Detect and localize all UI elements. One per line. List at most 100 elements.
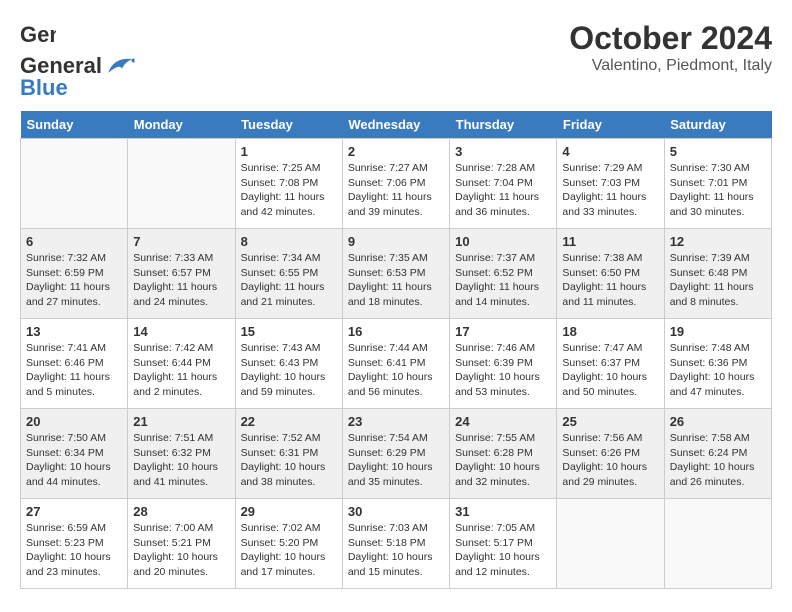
calendar-cell: 22 Sunrise: 7:52 AM Sunset: 6:31 PM Dayli… xyxy=(235,409,342,499)
calendar-cell: 16 Sunrise: 7:44 AM Sunset: 6:41 PM Dayli… xyxy=(342,319,449,409)
day-content: Sunrise: 7:51 AM Sunset: 6:32 PM Dayligh… xyxy=(133,431,229,490)
day-content: Sunrise: 7:39 AM Sunset: 6:48 PM Dayligh… xyxy=(670,251,766,310)
calendar-cell: 27Sunrise: 6:59 AM Sunset: 5:23 PM Dayli… xyxy=(21,499,128,589)
day-number: 6 xyxy=(26,234,122,249)
day-content: Sunrise: 7:33 AM Sunset: 6:57 PM Dayligh… xyxy=(133,251,229,310)
column-header-tuesday: Tuesday xyxy=(235,111,342,139)
logo-bird-icon xyxy=(104,55,136,77)
day-number: 3 xyxy=(455,144,551,159)
day-content: Sunrise: 7:43 AM Sunset: 6:43 PM Dayligh… xyxy=(241,341,337,400)
day-content: Sunrise: 7:35 AM Sunset: 6:53 PM Dayligh… xyxy=(348,251,444,310)
day-content: Sunrise: 7:50 AM Sunset: 6:34 PM Dayligh… xyxy=(26,431,122,490)
day-number: 17 xyxy=(455,324,551,339)
location: Valentino, Piedmont, Italy xyxy=(569,57,772,75)
day-content: Sunrise: 7:30 AM Sunset: 7:01 PM Dayligh… xyxy=(670,161,766,220)
logo: General General Blue xyxy=(20,20,136,101)
calendar-cell: 20 Sunrise: 7:50 AM Sunset: 6:34 PM Dayli… xyxy=(21,409,128,499)
logo-icon: General xyxy=(20,20,56,53)
day-content: Sunrise: 7:44 AM Sunset: 6:41 PM Dayligh… xyxy=(348,341,444,400)
column-header-thursday: Thursday xyxy=(450,111,557,139)
day-content: Sunrise: 7:37 AM Sunset: 6:52 PM Dayligh… xyxy=(455,251,551,310)
day-content: Sunrise: 7:42 AM Sunset: 6:44 PM Dayligh… xyxy=(133,341,229,400)
day-number: 29 xyxy=(241,504,337,519)
day-number: 23 xyxy=(348,414,444,429)
day-number: 1 xyxy=(241,144,337,159)
day-content: Sunrise: 7:54 AM Sunset: 6:29 PM Dayligh… xyxy=(348,431,444,490)
calendar-cell: 6 Sunrise: 7:32 AM Sunset: 6:59 PM Daylig… xyxy=(21,229,128,319)
calendar-cell: 31 Sunrise: 7:05 AM Sunset: 5:17 PM Dayli… xyxy=(450,499,557,589)
day-number: 14 xyxy=(133,324,229,339)
day-content: Sunrise: 7:32 AM Sunset: 6:59 PM Dayligh… xyxy=(26,251,122,310)
calendar-cell: 17Sunrise: 7:46 AM Sunset: 6:39 PM Dayli… xyxy=(450,319,557,409)
calendar-table: SundayMondayTuesdayWednesdayThursdayFrid… xyxy=(20,111,772,589)
day-content: Sunrise: 7:34 AM Sunset: 6:55 PM Dayligh… xyxy=(241,251,337,310)
day-number: 31 xyxy=(455,504,551,519)
day-number: 9 xyxy=(348,234,444,249)
day-content: Sunrise: 7:52 AM Sunset: 6:31 PM Dayligh… xyxy=(241,431,337,490)
day-content: Sunrise: 7:03 AM Sunset: 5:18 PM Dayligh… xyxy=(348,521,444,580)
day-number: 12 xyxy=(670,234,766,249)
calendar-cell xyxy=(557,499,664,589)
column-header-sunday: Sunday xyxy=(21,111,128,139)
calendar-cell: 19 Sunrise: 7:48 AM Sunset: 6:36 PM Dayli… xyxy=(664,319,771,409)
day-number: 7 xyxy=(133,234,229,249)
day-number: 16 xyxy=(348,324,444,339)
calendar-week-row: 27Sunrise: 6:59 AM Sunset: 5:23 PM Dayli… xyxy=(21,499,772,589)
day-content: Sunrise: 7:05 AM Sunset: 5:17 PM Dayligh… xyxy=(455,521,551,580)
day-number: 15 xyxy=(241,324,337,339)
day-content: Sunrise: 7:27 AM Sunset: 7:06 PM Dayligh… xyxy=(348,161,444,220)
day-content: Sunrise: 7:38 AM Sunset: 6:50 PM Dayligh… xyxy=(562,251,658,310)
calendar-cell: 11 Sunrise: 7:38 AM Sunset: 6:50 PM Dayli… xyxy=(557,229,664,319)
page-header: General General Blue October 2024 Valent… xyxy=(20,20,772,101)
day-content: Sunrise: 7:02 AM Sunset: 5:20 PM Dayligh… xyxy=(241,521,337,580)
day-number: 4 xyxy=(562,144,658,159)
column-header-friday: Friday xyxy=(557,111,664,139)
calendar-cell: 30 Sunrise: 7:03 AM Sunset: 5:18 PM Dayli… xyxy=(342,499,449,589)
calendar-cell: 13 Sunrise: 7:41 AM Sunset: 6:46 PM Dayli… xyxy=(21,319,128,409)
calendar-cell xyxy=(128,139,235,229)
day-number: 24 xyxy=(455,414,551,429)
day-content: Sunrise: 7:25 AM Sunset: 7:08 PM Dayligh… xyxy=(241,161,337,220)
day-number: 21 xyxy=(133,414,229,429)
calendar-cell: 7 Sunrise: 7:33 AM Sunset: 6:57 PM Daylig… xyxy=(128,229,235,319)
calendar-cell: 21 Sunrise: 7:51 AM Sunset: 6:32 PM Dayli… xyxy=(128,409,235,499)
day-content: Sunrise: 7:29 AM Sunset: 7:03 PM Dayligh… xyxy=(562,161,658,220)
day-content: Sunrise: 7:48 AM Sunset: 6:36 PM Dayligh… xyxy=(670,341,766,400)
day-content: Sunrise: 7:47 AM Sunset: 6:37 PM Dayligh… xyxy=(562,341,658,400)
day-number: 28 xyxy=(133,504,229,519)
day-number: 22 xyxy=(241,414,337,429)
day-number: 25 xyxy=(562,414,658,429)
calendar-cell: 26Sunrise: 7:58 AM Sunset: 6:24 PM Dayli… xyxy=(664,409,771,499)
day-number: 13 xyxy=(26,324,122,339)
calendar-cell: 23 Sunrise: 7:54 AM Sunset: 6:29 PM Dayli… xyxy=(342,409,449,499)
calendar-cell xyxy=(21,139,128,229)
month-title: October 2024 xyxy=(569,20,772,57)
day-content: Sunrise: 7:00 AM Sunset: 5:21 PM Dayligh… xyxy=(133,521,229,580)
day-number: 10 xyxy=(455,234,551,249)
calendar-header-row: SundayMondayTuesdayWednesdayThursdayFrid… xyxy=(21,111,772,139)
day-content: Sunrise: 7:55 AM Sunset: 6:28 PM Dayligh… xyxy=(455,431,551,490)
calendar-cell: 3 Sunrise: 7:28 AM Sunset: 7:04 PM Daylig… xyxy=(450,139,557,229)
day-number: 2 xyxy=(348,144,444,159)
calendar-cell: 28 Sunrise: 7:00 AM Sunset: 5:21 PM Dayli… xyxy=(128,499,235,589)
day-number: 20 xyxy=(26,414,122,429)
calendar-cell: 2 Sunrise: 7:27 AM Sunset: 7:06 PM Daylig… xyxy=(342,139,449,229)
column-header-saturday: Saturday xyxy=(664,111,771,139)
svg-text:General: General xyxy=(20,22,56,47)
logo-blue: Blue xyxy=(20,75,68,101)
day-number: 11 xyxy=(562,234,658,249)
column-header-monday: Monday xyxy=(128,111,235,139)
day-number: 30 xyxy=(348,504,444,519)
day-number: 19 xyxy=(670,324,766,339)
calendar-week-row: 20 Sunrise: 7:50 AM Sunset: 6:34 PM Dayli… xyxy=(21,409,772,499)
calendar-cell: 10 Sunrise: 7:37 AM Sunset: 6:52 PM Dayli… xyxy=(450,229,557,319)
calendar-cell: 15 Sunrise: 7:43 AM Sunset: 6:43 PM Dayli… xyxy=(235,319,342,409)
calendar-week-row: 1 Sunrise: 7:25 AM Sunset: 7:08 PM Daylig… xyxy=(21,139,772,229)
calendar-cell: 24 Sunrise: 7:55 AM Sunset: 6:28 PM Dayli… xyxy=(450,409,557,499)
day-number: 5 xyxy=(670,144,766,159)
calendar-week-row: 6 Sunrise: 7:32 AM Sunset: 6:59 PM Daylig… xyxy=(21,229,772,319)
day-content: Sunrise: 7:28 AM Sunset: 7:04 PM Dayligh… xyxy=(455,161,551,220)
day-content: Sunrise: 6:59 AM Sunset: 5:23 PM Dayligh… xyxy=(26,521,122,580)
day-content: Sunrise: 7:41 AM Sunset: 6:46 PM Dayligh… xyxy=(26,341,122,400)
day-content: Sunrise: 7:56 AM Sunset: 6:26 PM Dayligh… xyxy=(562,431,658,490)
